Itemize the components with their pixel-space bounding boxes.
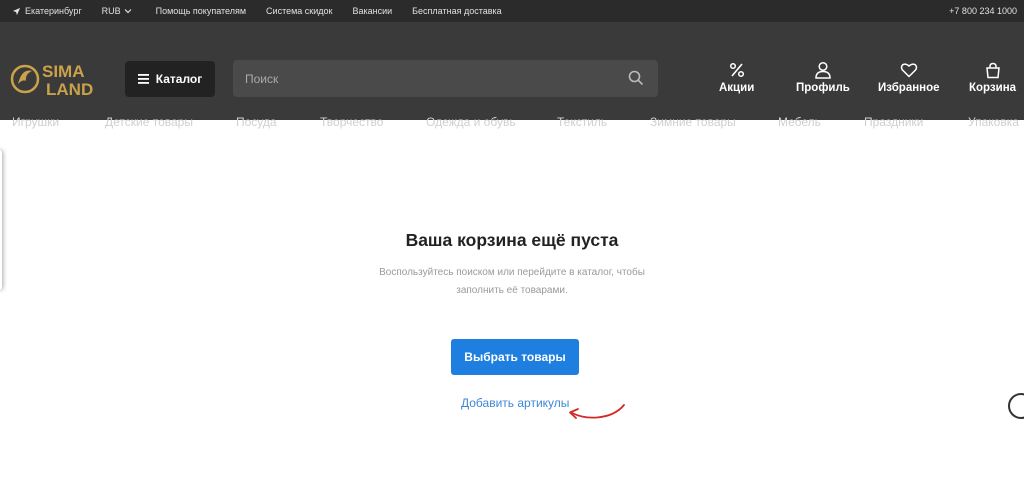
heart-icon	[900, 63, 918, 78]
free-delivery-link[interactable]: Бесплатная доставка	[412, 6, 502, 16]
profile-label: Профиль	[796, 82, 850, 94]
logo-text-land: LAND	[46, 80, 93, 99]
side-circle-widget[interactable]	[1008, 393, 1024, 419]
percent-icon	[729, 62, 744, 78]
favorites-label: Избранное	[878, 82, 940, 94]
user-icon	[815, 61, 831, 79]
search-input[interactable]	[233, 71, 613, 86]
promotions-label: Акции	[719, 82, 755, 94]
nav-item-creativity[interactable]: Творчество	[320, 115, 383, 129]
location-arrow-icon	[12, 7, 21, 15]
city-selector[interactable]: Екатеринбург	[12, 6, 82, 16]
header-actions: Акции Профиль Избранное Корзина	[700, 60, 1024, 100]
nav-item-furniture[interactable]: Мебель	[778, 115, 821, 129]
help-link[interactable]: Помощь покупателям	[156, 6, 246, 16]
chevron-down-icon	[124, 9, 132, 14]
discount-system-link[interactable]: Система скидок	[266, 6, 332, 16]
catalog-button[interactable]: Каталог	[125, 61, 215, 97]
nav-item-kids-goods[interactable]: Детские товары	[105, 115, 193, 129]
search-box	[233, 60, 658, 97]
promotions-button[interactable]: Акции	[719, 60, 754, 94]
nav-item-dishes[interactable]: Посуда	[236, 115, 277, 129]
empty-cart-message: Ваша корзина ещё пуста Воспользуйтесь по…	[0, 230, 1024, 300]
phone-number[interactable]: +7 800 234 1000	[949, 6, 1017, 16]
cart-button[interactable]: Корзина	[969, 60, 1016, 94]
city-label: Екатеринбург	[25, 6, 82, 16]
shopping-bag-icon	[985, 62, 1000, 78]
currency-selector[interactable]: RUB	[102, 6, 136, 16]
currency-label: RUB	[101, 6, 121, 16]
favorites-button[interactable]: Избранное	[878, 60, 940, 94]
annotation-arrow-icon	[569, 404, 625, 419]
main-header: SIMA LAND Каталог Акции Профиль Избранно…	[0, 22, 1024, 129]
nav-item-textile[interactable]: Текстиль	[557, 115, 607, 129]
vacancies-link[interactable]: Вакансии	[352, 6, 392, 16]
search-icon[interactable]	[628, 70, 644, 86]
logo-text-sima: SIMA	[42, 62, 85, 81]
nav-item-toys[interactable]: Игрушки	[12, 115, 59, 129]
choose-products-button[interactable]: Выбрать товары	[451, 339, 579, 375]
nav-item-holidays[interactable]: Праздники	[864, 115, 923, 129]
empty-cart-subtitle: Воспользуйтесь поиском или перейдите в к…	[379, 267, 645, 296]
sima-land-logo[interactable]: SIMA LAND	[10, 59, 104, 99]
nav-item-winter-goods[interactable]: Зимние товары	[650, 115, 736, 129]
nav-item-packaging[interactable]: Упаковка	[968, 115, 1019, 129]
menu-icon	[137, 74, 149, 84]
profile-button[interactable]: Профиль	[796, 60, 850, 94]
empty-cart-title: Ваша корзина ещё пуста	[405, 230, 619, 250]
category-nav: Игрушки Детские товары Посуда Творчество…	[0, 110, 1024, 134]
catalog-label: Каталог	[155, 72, 203, 86]
top-bar: Екатеринбург RUB Помощь покупателям Сист…	[0, 0, 1024, 22]
add-articles-link[interactable]: Добавить артикулы	[461, 396, 569, 410]
cart-label: Корзина	[969, 82, 1017, 94]
nav-item-clothing-shoes[interactable]: Одежда и обувь	[426, 115, 516, 129]
